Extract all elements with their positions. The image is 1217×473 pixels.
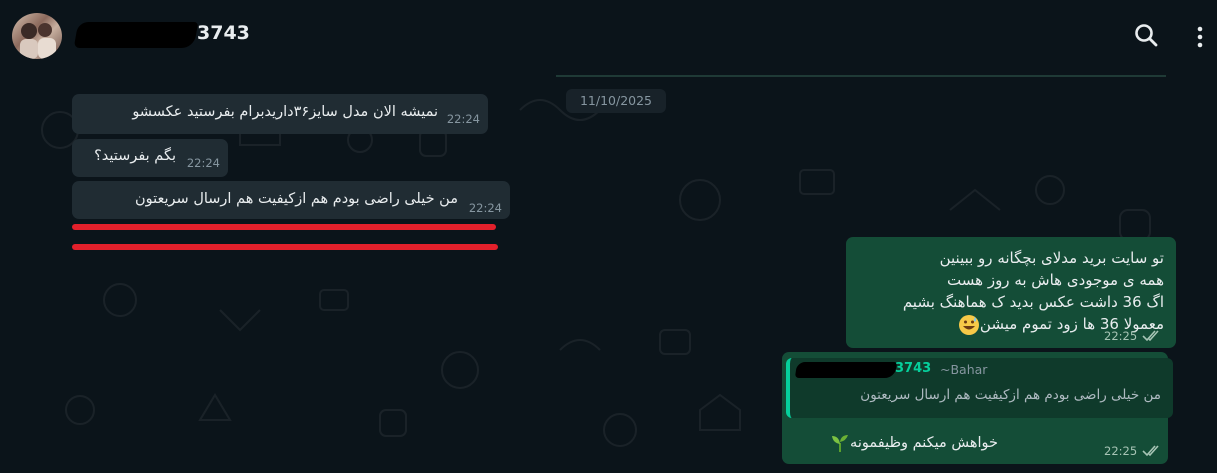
outgoing-message[interactable]: تو سایت برید مدلای بچگانه رو ببینین همه … bbox=[846, 237, 1176, 348]
double-check-icon bbox=[1142, 445, 1159, 457]
redaction-mark bbox=[794, 362, 898, 378]
search-icon[interactable] bbox=[1133, 22, 1161, 50]
quoted-text: من خیلی راضی بودم هم ازکیفیت هم ارسال سر… bbox=[860, 387, 1161, 403]
message-line: تو سایت برید مدلای بچگانه رو ببینین bbox=[939, 249, 1164, 267]
redaction-mark bbox=[73, 22, 199, 48]
contact-avatar[interactable] bbox=[12, 13, 62, 59]
message-time: 22:24 bbox=[446, 112, 480, 126]
previous-message-edge bbox=[556, 75, 1166, 77]
message-time: 22:24 bbox=[468, 201, 502, 215]
more-vertical-icon[interactable] bbox=[1194, 24, 1206, 50]
message-text: تو سایت برید مدلای بچگانه رو ببینین همه … bbox=[903, 247, 1164, 336]
chat-header: 3743 bbox=[0, 0, 1217, 70]
message-text: نمیشه الان مدل سایز۳۶دارید‌برام بفرستید … bbox=[132, 104, 438, 120]
double-check-icon bbox=[1142, 330, 1159, 342]
message-text: من خیلی راضی بودم هم ازکیفیت هم ارسال سر… bbox=[135, 191, 458, 207]
red-underline-annotation bbox=[72, 224, 496, 230]
message-time: 22:25 bbox=[1104, 329, 1138, 343]
seedling-emoji-icon bbox=[832, 435, 849, 452]
message-text: بگم بفرستید؟ bbox=[94, 148, 176, 164]
quoted-sender-alias: ~Bahar bbox=[940, 362, 988, 377]
message-time: 22:24 bbox=[186, 156, 220, 170]
quoted-sender-name: 3743 bbox=[895, 361, 932, 376]
incoming-message[interactable]: من خیلی راضی بودم هم ازکیفیت هم ارسال سر… bbox=[72, 181, 510, 219]
message-time: 22:25 bbox=[1104, 444, 1138, 458]
incoming-message[interactable]: نمیشه الان مدل سایز۳۶دارید‌برام بفرستید … bbox=[72, 94, 488, 134]
incoming-message[interactable]: بگم بفرستید؟ 22:24 bbox=[72, 139, 228, 177]
contact-name[interactable]: 3743 bbox=[197, 22, 250, 44]
date-separator: 11/10/2025 bbox=[566, 89, 666, 113]
red-underline-annotation bbox=[72, 244, 498, 250]
quoted-message[interactable]: 3743 ~Bahar من خیلی راضی بودم هم ازکیفیت… bbox=[786, 358, 1173, 418]
grinning-sweat-emoji-icon bbox=[958, 314, 979, 335]
outgoing-reply-message[interactable]: 3743 ~Bahar من خیلی راضی بودم هم ازکیفیت… bbox=[782, 352, 1173, 464]
message-text: خواهش میکنم وظیفمونه bbox=[830, 433, 998, 453]
message-line: همه ی موجودی هاش به روز هست bbox=[947, 271, 1164, 289]
message-line: اگ 36 داشت عکس بدید ک هماهنگ بشیم bbox=[902, 293, 1164, 311]
